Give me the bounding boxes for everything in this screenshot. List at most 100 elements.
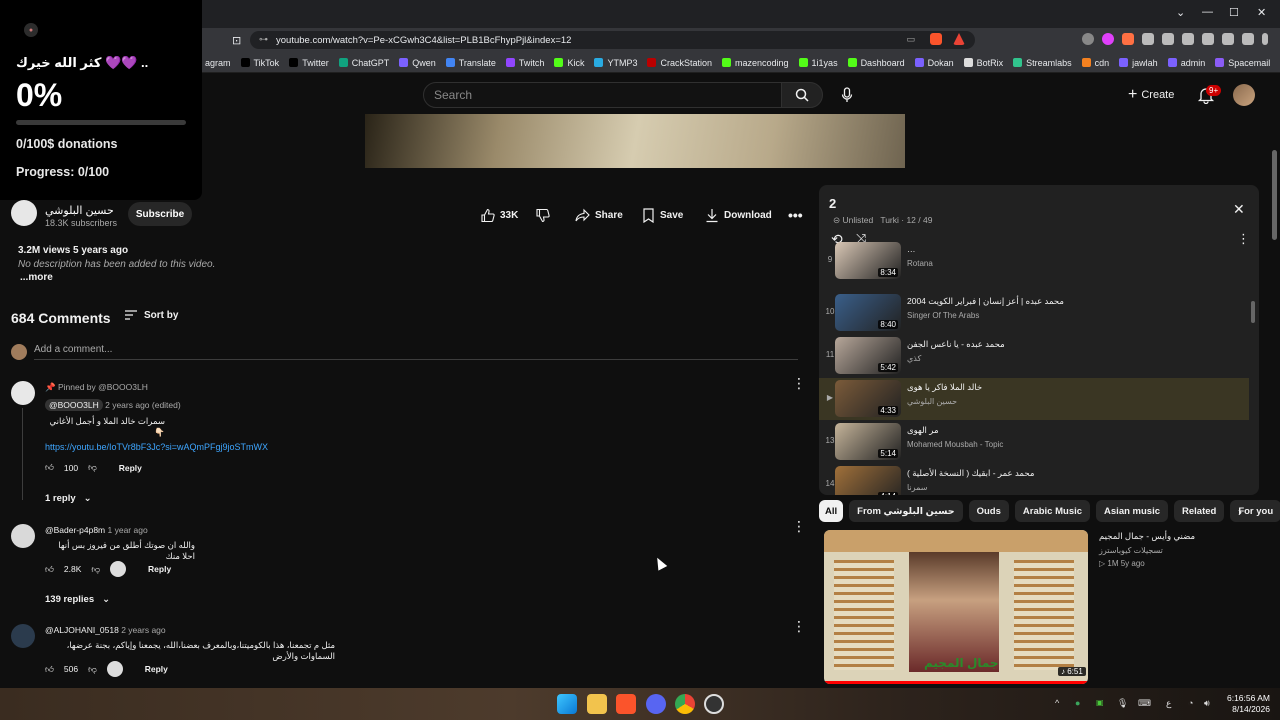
voice-search-button[interactable] [835,84,859,106]
bookmark-item[interactable]: cdn [1081,58,1109,68]
dislike-button[interactable] [527,203,558,227]
comment-avatar[interactable] [11,381,35,405]
account-avatar[interactable] [1233,84,1255,106]
comment-like-icon[interactable]: 👍︎ [45,462,54,473]
comment-time[interactable]: 2 years ago (edited) [105,400,181,410]
playlist-item-thumbnail[interactable]: 4:14 [835,466,901,495]
filter-chip[interactable]: From حسين البلوشي [849,500,963,522]
search-button[interactable] [781,82,823,108]
wallet-icon[interactable] [1202,33,1214,45]
playlist-item[interactable]: 9 8:34… Rotana [819,240,1249,282]
comment-menu-icon[interactable]: ⋮ [792,519,806,533]
bookmark-item[interactable]: BotRix [963,58,1003,68]
reply-button[interactable]: Reply [148,564,171,574]
add-comment-input[interactable]: Add a comment... [34,344,112,355]
close-playlist-icon[interactable]: ✕ [1233,201,1245,218]
tray-app-icon-2[interactable]: ▣ [1096,698,1104,707]
search-input[interactable]: Search [423,82,783,108]
leo-ai-icon[interactable] [1222,33,1234,45]
keyboard-icon[interactable]: ⌨ [1138,698,1151,709]
bookmark-item[interactable]: Kick [554,58,584,68]
language-indicator[interactable]: ع [1166,698,1171,709]
comment-time[interactable]: 1 year ago [108,525,148,535]
download-button[interactable]: Download [697,203,780,227]
filter-chip[interactable]: All [819,500,844,522]
filter-chip[interactable]: Related [1174,500,1225,522]
volume-icon[interactable]: 🔊︎ [1204,698,1210,709]
show-replies-button[interactable]: 139 replies ⌄ [45,594,110,605]
bookmark-item[interactable]: agram [205,58,231,68]
comment-author[interactable]: @Bader-p4p8m [45,525,105,535]
playlist-item[interactable]: 11 5:42 محمد عبده - يا ناعس الجفن كذي [819,335,1249,377]
playlist-item-thumbnail[interactable]: 8:34 [835,242,901,279]
extension-icon-1[interactable] [1082,33,1094,45]
site-info-icon[interactable]: ⊶ [259,34,268,45]
comment-menu-icon[interactable]: ⋮ [792,376,806,390]
subscribe-button[interactable]: Subscribe [128,202,192,226]
clock[interactable]: 6:16:56 AM 8/14/2026 [1218,693,1270,715]
related-channel[interactable]: تسجيلات كيوباسترز [1099,546,1163,555]
bookmark-item[interactable]: Streamlabs [1013,58,1072,68]
address-bar[interactable]: ⊶ youtube.com/watch?v=Pe-xCGwh3C4&list=P… [250,31,975,49]
channel-avatar[interactable] [11,200,37,226]
channel-name[interactable]: حسين البلوشي [45,204,114,217]
page-scrollbar[interactable] [1272,150,1277,240]
brave-shields-icon[interactable] [930,33,942,45]
playlist-item-thumbnail[interactable]: 8:40 [835,294,901,331]
tray-overflow-icon[interactable]: ^ [1055,698,1059,708]
extension-icon-2[interactable] [1102,33,1114,45]
playlist-item[interactable]: 144:14محمد عمر - ابقيك ( النسخة الأصلية … [819,464,1249,495]
comment-time[interactable]: 2 years ago [121,625,165,635]
share-page-icon[interactable] [1162,33,1174,45]
bookmark-item[interactable]: 1i1yas [798,58,838,68]
cast-icon[interactable]: ▭ [906,34,915,45]
bookmark-star-icon[interactable]: ⊡ [232,34,241,47]
comment-menu-icon[interactable]: ⋮ [792,619,806,633]
filter-chip[interactable]: Asian music [1096,500,1168,522]
discord-icon[interactable] [646,694,666,714]
comment-avatar[interactable] [11,524,35,548]
playlist-scrollbar[interactable] [1251,301,1255,323]
bookmark-item[interactable]: jawlah [1119,58,1158,68]
minimize-icon[interactable]: — [1202,6,1213,18]
more-actions-button[interactable]: ••• [780,203,811,227]
comment-avatar[interactable] [11,624,35,648]
create-button[interactable]: + Create [1128,86,1174,104]
bookmark-item[interactable]: admin [1167,58,1205,68]
comment-author[interactable]: @BOOO3LH [45,399,103,411]
sort-comments-button[interactable]: Sort by [124,309,178,321]
show-replies-button[interactable]: 1 reply ⌄ [45,493,92,504]
bookmark-item[interactable]: Dokan [914,58,954,68]
bookmark-item[interactable]: Qwen [399,58,436,68]
tray-app-icon-1[interactable]: ● [1075,698,1080,708]
playlist-title[interactable]: 2 [829,196,836,211]
file-explorer-icon[interactable] [587,694,607,714]
sidebar-toggle-icon[interactable] [1182,33,1194,45]
bookmark-item[interactable]: ChatGPT [338,58,389,68]
network-icon[interactable]: ◔ [1188,698,1193,708]
playlist-item-thumbnail[interactable]: 4:33 [835,380,901,417]
bookmark-item[interactable]: Twitch [505,58,544,68]
obs-icon[interactable] [704,694,724,714]
show-more-link[interactable]: ...more [20,272,53,283]
vpn-icon[interactable] [1242,33,1254,45]
bookmark-item[interactable]: TikTok [240,58,279,68]
playlist-item[interactable]: ▶ 4:33 خالد الملا فاكر يا هوى حسين البلوشي [819,378,1249,420]
bookmark-item[interactable]: Translate [445,58,496,68]
comment-author[interactable]: @ALJOHANI_0518 [45,625,119,635]
reply-button[interactable]: Reply [119,463,142,473]
comment-dislike-icon[interactable]: 👎︎ [91,564,100,575]
playlist-item[interactable]: 10 8:40 محمد عبده | أعز إنسان | فبراير الك… [819,292,1249,334]
tab-list-icon[interactable]: ⌄ [1176,6,1185,19]
playlist-item[interactable]: 13 5:14 مر الهوى Mohamed Mousbah - Topic [819,421,1249,463]
reply-button[interactable]: Reply [145,664,168,674]
maximize-icon[interactable]: ☐ [1229,6,1239,19]
playlist-item-thumbnail[interactable]: 5:14 [835,423,901,460]
brave-browser-icon[interactable] [616,694,636,714]
share-button[interactable]: Share [567,203,631,227]
bookmark-item[interactable]: mazencoding [722,58,789,68]
menu-icon[interactable] [1262,33,1268,45]
extension-icon-3[interactable] [1122,33,1134,45]
related-video-thumbnail[interactable]: جمال المجيم [824,530,1088,684]
comment-link[interactable]: https://youtu.be/IoTVr8bF3Jc?si=wAQmPFgj… [45,442,268,452]
